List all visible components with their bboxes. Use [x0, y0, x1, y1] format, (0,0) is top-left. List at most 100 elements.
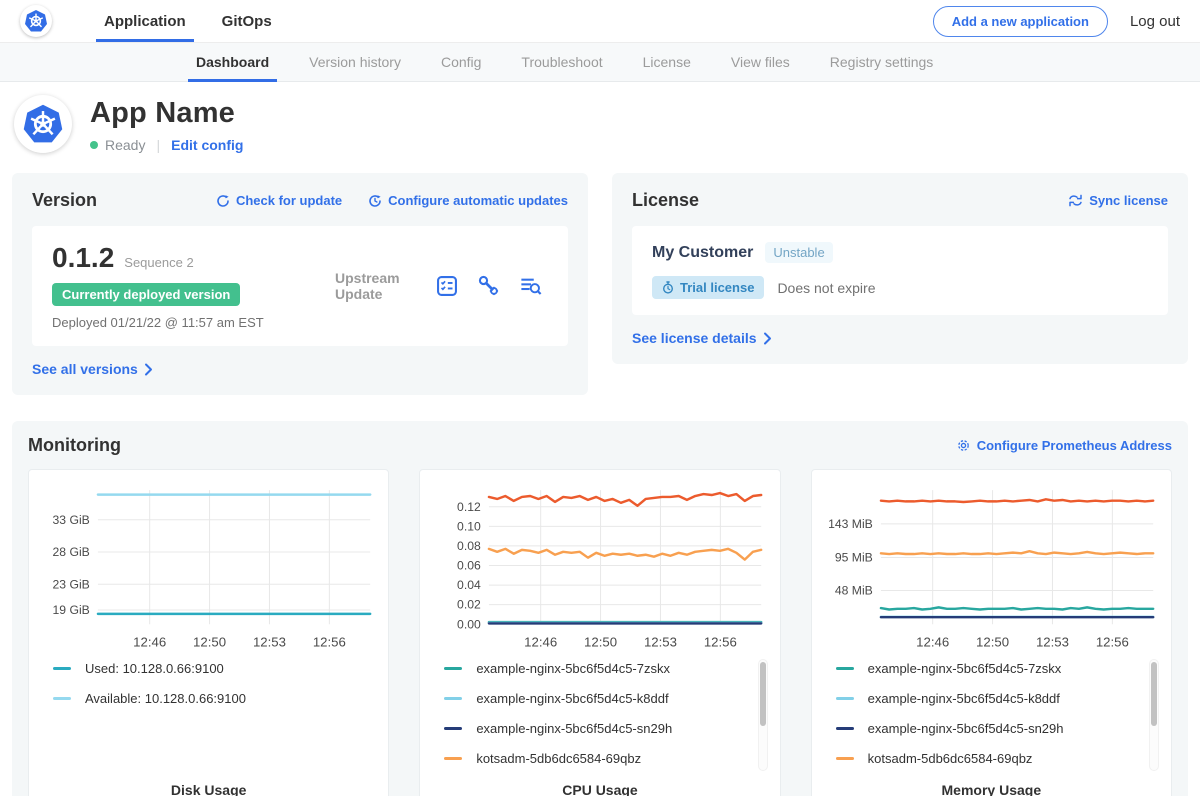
deployed-timestamp: Deployed 01/21/22 @ 11:57 am EST	[52, 315, 307, 330]
refresh-icon	[216, 194, 230, 208]
subnav-tab-dashboard[interactable]: Dashboard	[176, 43, 289, 81]
license-type-badge: Trial license	[652, 276, 764, 299]
legend-color-dash	[444, 757, 462, 760]
logout-button[interactable]: Log out	[1130, 13, 1180, 30]
legend-item: example-nginx-5bc6f5d4c5-sn29h	[444, 721, 769, 736]
legend-label: example-nginx-5bc6f5d4c5-7zskx	[868, 661, 1062, 676]
stopwatch-icon	[662, 281, 674, 294]
see-license-details-link[interactable]: See license details	[632, 330, 1168, 346]
svg-text:12:53: 12:53	[644, 635, 677, 650]
page-title: App Name	[90, 97, 243, 130]
edit-config-icon[interactable]	[478, 275, 500, 297]
svg-text:12:53: 12:53	[253, 635, 286, 650]
legend-item: kotsadm-5db6dc6584-69qbz	[836, 751, 1161, 766]
legend-scrollbar-thumb[interactable]	[760, 662, 766, 726]
app-icon	[14, 95, 72, 153]
version-card: Version Check for update Configure au	[12, 173, 588, 395]
svg-text:0.10: 0.10	[457, 519, 481, 533]
legend-item: example-nginx-5bc6f5d4c5-k8ddf	[836, 691, 1161, 706]
legend-color-dash	[53, 667, 71, 670]
svg-text:48 MiB: 48 MiB	[835, 584, 873, 598]
license-card-title: License	[632, 190, 699, 211]
chart-title: Disk Usage	[39, 782, 378, 796]
svg-text:12:46: 12:46	[916, 635, 949, 650]
configure-prometheus-link[interactable]: Configure Prometheus Address	[956, 438, 1172, 453]
sync-license-link[interactable]: Sync license	[1068, 193, 1168, 208]
legend-scrollbar[interactable]	[1149, 659, 1159, 771]
svg-text:0.12: 0.12	[457, 500, 481, 514]
subnav-tab-troubleshoot[interactable]: Troubleshoot	[501, 43, 622, 81]
preflight-checks-icon[interactable]	[436, 275, 458, 297]
clock-update-icon	[368, 194, 382, 208]
version-number: 0.1.2	[52, 242, 114, 274]
legend-item: kotsadm-5db6dc6584-69qbz	[444, 751, 769, 766]
subnav-tab-license[interactable]: License	[623, 43, 711, 81]
legend-scrollbar[interactable]	[758, 659, 768, 771]
disk-usage-legend: Used: 10.128.0.66:9100Available: 10.128.…	[39, 657, 378, 782]
license-panel: My Customer Unstable Trial license Does …	[632, 226, 1168, 315]
svg-text:12:46: 12:46	[524, 635, 557, 650]
charts-row: 12:4612:5012:5312:5633 GiB28 GiB23 GiB19…	[28, 469, 1172, 796]
subnav-tab-config[interactable]: Config	[421, 43, 501, 81]
app-subnav: DashboardVersion historyConfigTroublesho…	[0, 42, 1200, 82]
subnav-tab-registry-settings[interactable]: Registry settings	[810, 43, 953, 81]
svg-text:23 GiB: 23 GiB	[53, 577, 90, 591]
memory-usage-chart: 12:4612:5012:5312:56143 MiB95 MiB48 MiB	[822, 482, 1161, 657]
kubernetes-helm-icon	[24, 9, 48, 33]
legend-label: example-nginx-5bc6f5d4c5-k8ddf	[868, 691, 1060, 706]
cpu-usage-chart-card: 12:4612:5012:5312:560.120.100.080.060.04…	[419, 469, 780, 796]
legend-label: example-nginx-5bc6f5d4c5-sn29h	[476, 721, 672, 736]
deployed-status-badge: Currently deployed version	[52, 283, 240, 306]
legend-color-dash	[836, 757, 854, 760]
customer-name: My Customer	[652, 244, 753, 262]
version-card-title: Version	[32, 190, 97, 211]
monitoring-section: Monitoring Configure Prometheus Address …	[12, 421, 1188, 796]
configure-automatic-updates-link[interactable]: Configure automatic updates	[368, 193, 568, 208]
sync-arrows-icon	[1068, 194, 1083, 207]
disk-usage-chart-card: 12:4612:5012:5312:5633 GiB28 GiB23 GiB19…	[28, 469, 389, 796]
svg-text:12:50: 12:50	[584, 635, 617, 650]
channel-badge: Unstable	[765, 242, 832, 263]
svg-text:33 GiB: 33 GiB	[53, 513, 90, 527]
chevron-right-icon	[763, 332, 772, 345]
version-sequence: Sequence 2	[124, 255, 193, 270]
deploy-logs-icon[interactable]	[520, 275, 542, 297]
disk-usage-chart: 12:4612:5012:5312:5633 GiB28 GiB23 GiB19…	[39, 482, 378, 657]
add-new-application-button[interactable]: Add a new application	[933, 6, 1108, 37]
legend-color-dash	[444, 697, 462, 700]
legend-label: kotsadm-5db6dc6584-69qbz	[868, 751, 1033, 766]
legend-color-dash	[53, 697, 71, 700]
monitoring-title: Monitoring	[28, 435, 121, 456]
chevron-right-icon	[144, 363, 153, 376]
svg-text:95 MiB: 95 MiB	[835, 551, 873, 565]
svg-text:12:50: 12:50	[193, 635, 226, 650]
memory-usage-chart-card: 12:4612:5012:5312:56143 MiB95 MiB48 MiB …	[811, 469, 1172, 796]
legend-scrollbar-thumb[interactable]	[1151, 662, 1157, 726]
app-status-text: Ready	[105, 137, 145, 153]
legend-item: example-nginx-5bc6f5d4c5-sn29h	[836, 721, 1161, 736]
svg-text:12:56: 12:56	[704, 635, 737, 650]
svg-text:0.04: 0.04	[457, 578, 481, 592]
topbar-tab-application[interactable]: Application	[86, 0, 204, 42]
ready-status-dot	[90, 141, 98, 149]
subnav-tab-view-files[interactable]: View files	[711, 43, 810, 81]
legend-color-dash	[836, 697, 854, 700]
svg-text:12:53: 12:53	[1036, 635, 1069, 650]
topbar-tab-gitops[interactable]: GitOps	[204, 0, 290, 42]
svg-text:0.06: 0.06	[457, 559, 481, 573]
svg-text:0.02: 0.02	[457, 598, 481, 612]
chart-title: CPU Usage	[430, 782, 769, 796]
cpu-usage-legend: example-nginx-5bc6f5d4c5-7zskxexample-ng…	[430, 657, 769, 782]
legend-label: kotsadm-5db6dc6584-69qbz	[476, 751, 641, 766]
see-all-versions-link[interactable]: See all versions	[32, 361, 568, 377]
edit-config-link[interactable]: Edit config	[171, 137, 243, 153]
subnav-tab-version-history[interactable]: Version history	[289, 43, 421, 81]
topbar-tabs: ApplicationGitOps	[86, 0, 290, 42]
check-for-update-link[interactable]: Check for update	[216, 193, 342, 208]
memory-usage-legend: example-nginx-5bc6f5d4c5-7zskx example-ng…	[822, 657, 1161, 782]
svg-text:12:56: 12:56	[1096, 635, 1129, 650]
legend-item: example-nginx-5bc6f5d4c5-k8ddf	[444, 691, 769, 706]
legend-item: example-nginx-5bc6f5d4c5-7zskx	[836, 661, 1161, 676]
kubernetes-logo[interactable]	[20, 5, 52, 37]
svg-text:28 GiB: 28 GiB	[53, 545, 90, 559]
